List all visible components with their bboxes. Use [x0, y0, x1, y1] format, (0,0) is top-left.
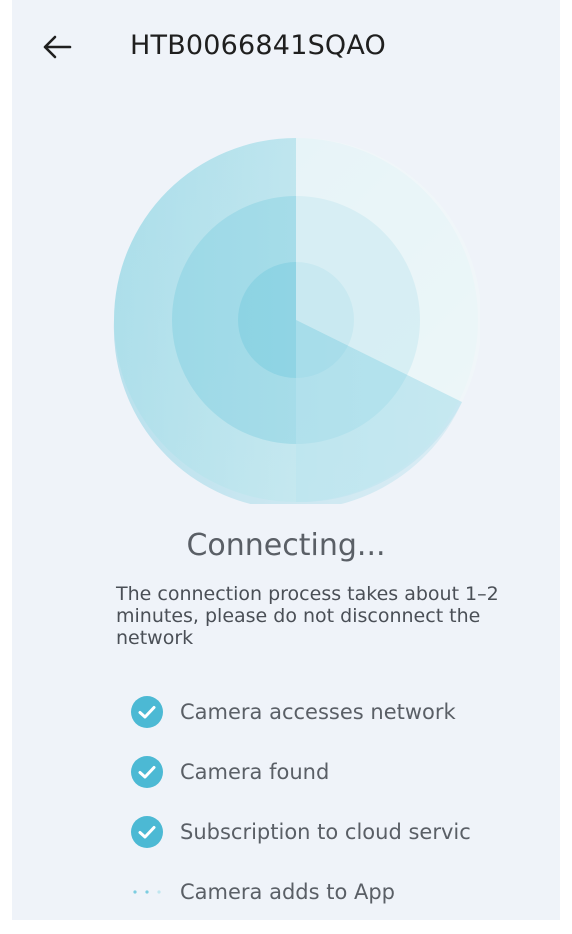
page-title: HTB0066841SQAO	[130, 30, 387, 61]
step-item: Camera accesses network	[130, 682, 560, 742]
check-circle-icon	[130, 755, 164, 789]
arrow-left-icon	[43, 35, 72, 59]
status-description: The connection process takes about 1–2 m…	[116, 583, 499, 649]
step-label: Subscription to cloud service	[180, 820, 470, 844]
header: HTB0066841SQAO	[12, 0, 560, 96]
back-button[interactable]	[38, 28, 76, 66]
step-label: Camera found	[180, 760, 330, 784]
connecting-radar-animation	[113, 137, 480, 504]
step-item: Subscription to cloud service	[130, 802, 560, 862]
status-title: Connecting...	[186, 528, 386, 563]
step-label: Camera adds to App	[180, 880, 396, 904]
step-label: Camera accesses network	[180, 700, 456, 724]
connection-screen: HTB0066841SQAO Connecting... The connect…	[12, 0, 560, 920]
check-circle-icon	[130, 815, 164, 849]
step-item: Camera found	[130, 742, 560, 802]
step-list: Camera accesses network Camera found Sub…	[130, 682, 560, 920]
check-circle-icon	[130, 695, 164, 729]
loading-dots-icon	[130, 875, 164, 909]
step-item: Camera adds to App	[130, 862, 560, 920]
